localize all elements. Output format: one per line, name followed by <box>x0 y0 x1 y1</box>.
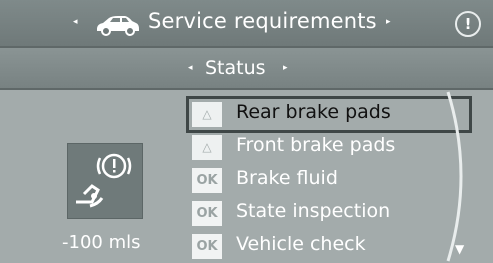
list-item[interactable]: △ Front brake pads <box>188 131 470 164</box>
list-item[interactable]: △ Rear brake pads <box>186 96 472 133</box>
service-content: -100 mls △ Rear brake pads △ Front brake… <box>0 90 493 263</box>
list-item-label: Front brake pads <box>236 134 396 156</box>
list-item[interactable]: OK Vehicle check <box>188 230 470 263</box>
status-tab-bar[interactable]: ◂ Status ▸ <box>0 48 493 90</box>
info-icon[interactable]: ! <box>455 11 481 37</box>
page-title: Service requirements <box>148 9 377 33</box>
warning-icon: △ <box>192 135 222 160</box>
ok-badge: OK <box>192 168 222 193</box>
list-item-label: Vehicle check <box>236 233 366 255</box>
status-right-arrow-icon[interactable]: ▸ <box>283 63 288 73</box>
list-item-label: State inspection <box>236 200 391 222</box>
header-left-arrow-icon[interactable]: ◂ <box>73 17 78 27</box>
header-bar: ◂ Service requirements ▸ ! <box>0 0 493 48</box>
list-item[interactable]: OK Brake fluid <box>188 164 470 197</box>
list-item[interactable]: OK State inspection <box>188 197 470 230</box>
service-screen: ◂ Service requirements ▸ ! ◂ Status ▸ -1… <box>0 0 493 263</box>
list-item-label: Rear brake pads <box>236 101 391 123</box>
scroll-down-arrow-icon[interactable]: ▼ <box>455 242 464 256</box>
car-icon <box>97 16 139 36</box>
ok-badge: OK <box>192 234 222 259</box>
list-item-label: Brake fluid <box>236 167 338 189</box>
header-right-arrow-icon[interactable]: ▸ <box>386 17 391 27</box>
remaining-distance: -100 mls <box>62 232 141 253</box>
warning-icon: △ <box>192 102 222 127</box>
status-tab-label[interactable]: Status <box>205 57 266 79</box>
scrollbar[interactable] <box>438 90 478 263</box>
brake-service-icon <box>67 143 143 219</box>
status-left-arrow-icon[interactable]: ◂ <box>188 63 193 73</box>
ok-badge: OK <box>192 201 222 226</box>
service-items-list: △ Rear brake pads △ Front brake pads OK … <box>186 96 472 263</box>
